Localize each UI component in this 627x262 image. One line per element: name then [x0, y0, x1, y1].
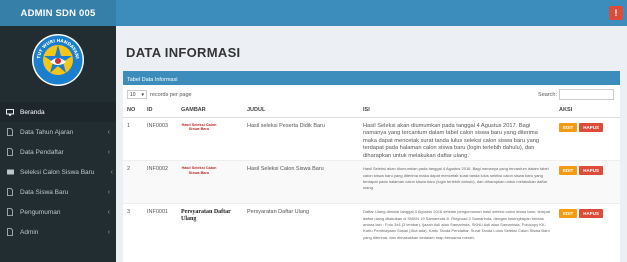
- table-header-row: NO ID GAMBAR JUDUL ISI AKSI: [123, 104, 620, 118]
- column-header-gambar[interactable]: GAMBAR: [177, 104, 243, 118]
- cell-gambar: Hasil Seleksi Calon Siswa Baru: [177, 116, 243, 161]
- sidebar-item-data-pendaftar[interactable]: Data Pendaftar ‹: [0, 142, 116, 162]
- bookmark-icon: [5, 169, 15, 175]
- cell-judul: Persyaratan Daftar Ulang: [243, 203, 359, 262]
- table-controls: 10 ▾ records per page Search:: [123, 88, 620, 104]
- data-table-box: Tabel Data Informasi 10 ▾ records per pa…: [123, 71, 620, 262]
- cell-aksi: EDIT HAPUS: [555, 160, 620, 204]
- gambar-image: Hasil Seleksi Calon Siswa Baru: [181, 166, 217, 175]
- records-per-page: 10 ▾ records per page: [127, 90, 192, 99]
- page-title: DATA INFORMASI: [126, 45, 241, 60]
- sidebar-item-seleksi-calon-siswa-baru[interactable]: Seleksi Calon Siswa Baru ‹: [0, 162, 116, 182]
- search: Search:: [538, 89, 614, 100]
- sidebar-item-label: Data Siswa Baru: [20, 188, 69, 196]
- column-header-id[interactable]: ID: [143, 104, 177, 118]
- alert-icon[interactable]: !: [609, 6, 623, 20]
- column-header-aksi[interactable]: AKSI: [555, 104, 620, 118]
- column-header-judul[interactable]: JUDUL: [243, 104, 359, 118]
- cell-id: INF0001: [143, 203, 177, 262]
- logo-emblem: TUT WURI HANDAYANI: [32, 34, 84, 86]
- sidebar-item-label: Pengumuman: [20, 208, 61, 216]
- cell-judul: Hasil seleksi Peserta Didik Baru: [243, 116, 359, 161]
- chevron-left-icon: ‹: [110, 168, 113, 176]
- cell-id: INF0002: [143, 160, 177, 204]
- cell-no: 1: [123, 116, 143, 161]
- gambar-image: Hasil Seleksi Calon Siswa Baru: [181, 122, 217, 132]
- file-icon: [5, 128, 15, 136]
- sidebar-item-pengumuman[interactable]: Pengumuman ‹: [0, 202, 116, 222]
- records-per-page-select[interactable]: 10 ▾: [127, 90, 147, 99]
- top-navbar: !: [116, 0, 627, 26]
- table-row: 1 INF0003 Hasil Seleksi Calon Siswa Baru…: [123, 116, 620, 161]
- edit-button[interactable]: EDIT: [559, 166, 578, 176]
- chevron-left-icon: ‹: [107, 188, 110, 196]
- main-content: DATA INFORMASI Tabel Data Informasi 10 ▾…: [116, 26, 627, 262]
- tut-wuri-handayani-logo: TUT WURI HANDAYANI: [0, 26, 116, 94]
- gambar-image: Persyaratan Daftar Ulang: [181, 209, 231, 223]
- chevron-left-icon: ‹: [107, 128, 110, 136]
- chevron-left-icon: ‹: [107, 228, 110, 236]
- cell-gambar: Hasil Seleksi Calon Siswa Baru: [177, 160, 243, 204]
- search-label: Search:: [538, 91, 557, 98]
- file-icon: [5, 188, 15, 196]
- edit-button[interactable]: EDIT: [559, 122, 578, 132]
- table-row: 3 INF0001 Persyaratan Daftar Ulang Persy…: [123, 203, 620, 262]
- chevron-left-icon: ‹: [107, 148, 110, 156]
- sidebar-item-label: Seleksi Calon Siswa Baru: [20, 168, 95, 176]
- cell-isi: Hasil Seleksi akan diumumkan pada tangga…: [359, 160, 555, 204]
- sidebar: ADMIN SDN 005 TUT WURI HANDAYANI Beranda: [0, 0, 116, 262]
- sidebar-item-admin[interactable]: Admin ‹: [0, 222, 116, 242]
- file-icon: [5, 228, 15, 236]
- hapus-button[interactable]: HAPUS: [579, 122, 604, 132]
- table-row: 2 INF0002 Hasil Seleksi Calon Siswa Baru…: [123, 160, 620, 204]
- cell-isi: Hasil Seleksi akan diumumkan pada tangga…: [359, 116, 555, 161]
- cell-id: INF0003: [143, 116, 177, 161]
- column-header-isi[interactable]: ISI: [359, 104, 555, 118]
- monitor-icon: [5, 108, 15, 116]
- sidebar-item-data-tahun-ajaran[interactable]: Data Tahun Ajaran ‹: [0, 122, 116, 142]
- cell-judul: Hasil Seleksi Calon Siswa Baru: [243, 160, 359, 204]
- column-header-no[interactable]: NO: [123, 104, 143, 118]
- sidebar-item-label: Beranda: [20, 108, 45, 116]
- chevron-left-icon: ‹: [107, 208, 110, 216]
- hapus-button[interactable]: HAPUS: [579, 166, 604, 176]
- informasi-table: NO ID GAMBAR JUDUL ISI AKSI 1 INF0003 Ha…: [123, 104, 620, 262]
- records-per-page-label: records per page: [150, 91, 192, 98]
- cell-aksi: EDIT HAPUS: [555, 116, 620, 161]
- records-per-page-value: 10: [130, 91, 136, 98]
- cell-no: 2: [123, 160, 143, 204]
- brand-title[interactable]: ADMIN SDN 005: [0, 0, 116, 26]
- sidebar-item-label: Data Tahun Ajaran: [20, 128, 74, 136]
- cell-gambar: Persyaratan Daftar Ulang: [177, 203, 243, 262]
- hapus-button[interactable]: HAPUS: [579, 209, 604, 219]
- file-icon: [5, 208, 15, 216]
- sidebar-item-label: Admin: [20, 228, 39, 236]
- sidebar-item-data-siswa-baru[interactable]: Data Siswa Baru ‹: [0, 182, 116, 202]
- caret-down-icon: ▾: [141, 91, 144, 98]
- sidebar-item-label: Data Pendaftar: [20, 148, 64, 156]
- sidebar-nav: Beranda Data Tahun Ajaran ‹ Data Pendaft…: [0, 102, 116, 242]
- file-icon: [5, 148, 15, 156]
- search-input[interactable]: [559, 89, 614, 100]
- edit-button[interactable]: EDIT: [559, 209, 578, 219]
- cell-no: 3: [123, 203, 143, 262]
- cell-isi: Daftar Ulang dimulai tanggal 4 Agustus 2…: [359, 203, 555, 262]
- cell-aksi: EDIT HAPUS: [555, 203, 620, 262]
- box-title: Tabel Data Informasi: [123, 74, 620, 85]
- sidebar-item-beranda[interactable]: Beranda: [0, 102, 116, 122]
